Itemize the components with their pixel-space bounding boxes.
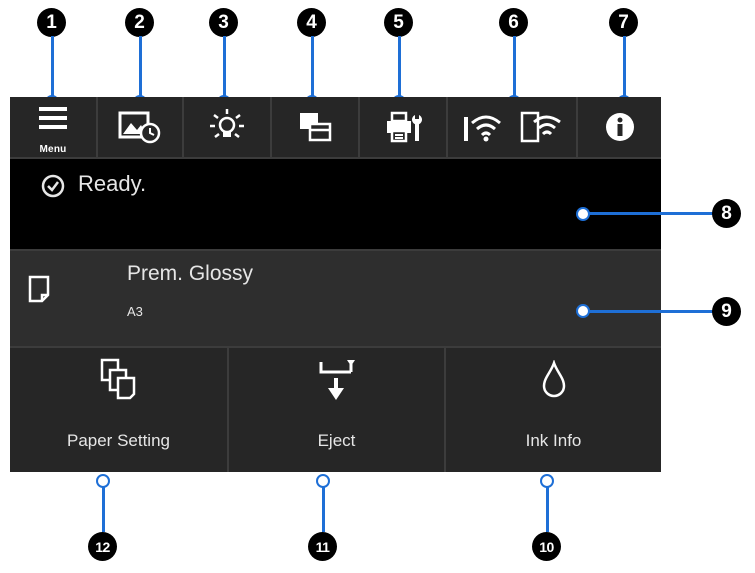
network-button[interactable]	[448, 97, 576, 157]
callout-12: 12	[88, 532, 117, 561]
leader-7	[623, 36, 626, 98]
callout-4: 4	[297, 8, 326, 37]
info-icon	[605, 112, 635, 142]
ink-info-button[interactable]: Ink Info	[446, 348, 661, 472]
paper-sheet-icon	[28, 275, 50, 303]
paper-type-label: Prem. Glossy	[127, 262, 254, 285]
eject-label: Eject	[317, 431, 356, 450]
eject-button[interactable]: Eject	[229, 348, 444, 472]
callout-6: 6	[499, 8, 528, 37]
image-clock-icon	[118, 109, 162, 145]
callout-5: 5	[384, 8, 413, 37]
info-button[interactable]	[578, 97, 661, 157]
ink-drop-icon	[539, 360, 569, 400]
callout-3: 3	[209, 8, 238, 37]
lightbulb-icon	[209, 107, 245, 147]
callout-7: 7	[609, 8, 638, 37]
leader-10	[546, 486, 549, 532]
callout-1: 1	[37, 8, 66, 37]
leader-5	[398, 36, 401, 98]
callout-10: 10	[532, 532, 561, 561]
callout-9: 9	[712, 297, 741, 326]
status-text: Ready.	[78, 171, 147, 196]
leader-1	[51, 36, 54, 98]
brightness-button[interactable]	[184, 97, 270, 157]
leader-11	[322, 486, 325, 532]
maintenance-button[interactable]	[360, 97, 446, 157]
menu-label: Menu	[39, 144, 67, 155]
callout-8: 8	[712, 199, 741, 228]
stacked-windows-icon	[297, 109, 333, 145]
checkmark-circle-icon	[40, 173, 66, 199]
status-bar: Ready.	[10, 159, 661, 249]
printer-wrench-icon	[384, 107, 424, 147]
ink-info-label: Ink Info	[525, 431, 582, 450]
eject-arrow-icon	[317, 356, 357, 404]
paper-info-row[interactable]: Prem. Glossy A3	[10, 251, 661, 346]
queue-button[interactable]	[272, 97, 358, 157]
paper-size-label: A3	[127, 304, 143, 319]
menu-button[interactable]: Menu	[10, 97, 96, 157]
leader-4	[311, 36, 314, 98]
paper-stack-icon	[98, 356, 138, 400]
wifi-icon	[462, 109, 502, 145]
control-panel-screen: Menu Ready. Prem. Glossy A3 Paper Settin…	[10, 97, 661, 472]
wifi-direct-icon	[520, 109, 564, 145]
leader-3	[223, 36, 226, 98]
leader-8	[588, 212, 714, 215]
paper-setting-label: Paper Setting	[66, 431, 170, 450]
job-status-button[interactable]	[98, 97, 182, 157]
leader-9	[588, 310, 714, 313]
leader-12	[102, 486, 105, 532]
leader-2	[139, 36, 142, 98]
hamburger-icon	[37, 103, 69, 133]
callout-11: 11	[308, 532, 337, 561]
leader-6	[513, 36, 516, 98]
paper-setting-button[interactable]: Paper Setting	[10, 348, 227, 472]
callout-2: 2	[125, 8, 154, 37]
